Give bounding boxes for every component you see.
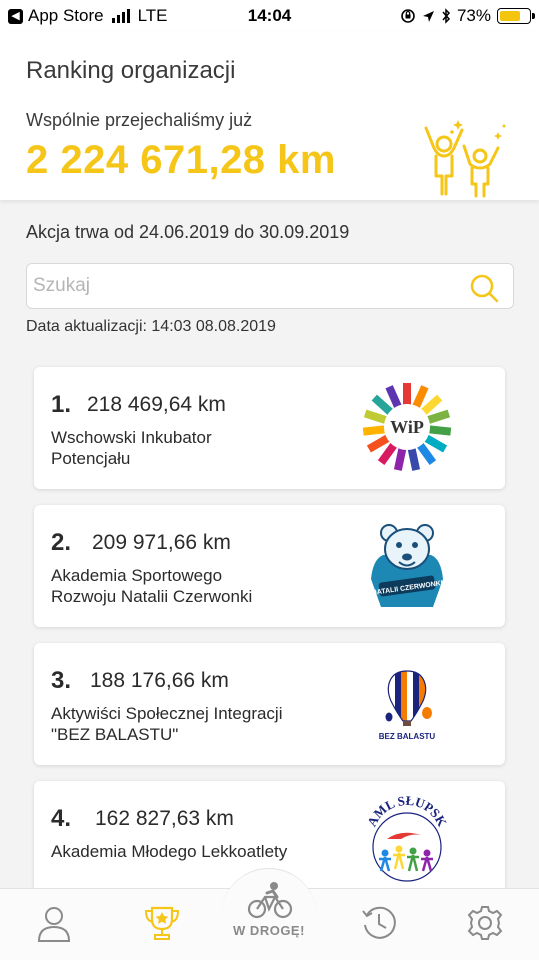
bluetooth-icon	[442, 8, 450, 24]
bicycle-icon	[247, 882, 293, 919]
aml-logo-text: AML SŁUPSK	[364, 795, 450, 830]
rank-distance: 209 971,66 km	[92, 531, 231, 554]
svg-text:AML SŁUPSK: AML SŁUPSK	[364, 795, 450, 830]
gear-icon[interactable]	[465, 903, 505, 943]
campaign-dates: Akcja trwa od 24.06.2019 do 30.09.2019	[26, 222, 350, 242]
rank-position: 4.	[51, 805, 72, 832]
history-icon[interactable]	[359, 903, 399, 943]
profile-icon[interactable]	[34, 903, 74, 943]
battery-percent: 73%	[456, 6, 491, 25]
organization-name: Akademia Sportowego Rozwoju Natalii Czer…	[51, 566, 253, 606]
update-info: Data aktualizacji: 14:03 08.08.2019	[26, 318, 276, 335]
ranking-card[interactable]: 1. 218 469,64 km Wschowski Inkubator Pot…	[34, 367, 505, 489]
polar-bear-logo: NATALII CZERWONKI	[371, 524, 443, 607]
ranking-card[interactable]: 2. 209 971,66 km Akademia Sportowego Roz…	[34, 505, 505, 627]
search-input[interactable]	[33, 264, 453, 308]
rank-position: 1.	[51, 391, 72, 418]
location-icon	[422, 10, 434, 22]
organization-name: Wschowski Inkubator Potencjału	[51, 428, 212, 468]
search-box[interactable]	[26, 263, 514, 309]
cheering-people-icon	[424, 120, 506, 198]
aml-slupsk-logo: AML SŁUPSK	[364, 795, 450, 882]
total-distance-value: 2 224 671,28 km	[26, 138, 336, 182]
bez-balastu-logo-text: BEZ BALASTU	[379, 732, 436, 741]
trophy-icon[interactable]	[142, 903, 182, 943]
organization-name: Akademia Młodego Lekkoatlety	[51, 842, 288, 861]
rank-distance: 162 827,63 km	[95, 807, 234, 830]
ride-button[interactable]: W DROGĘ!	[221, 868, 317, 960]
organization-name: Aktywiści Społecznej Integracji "BEZ BAL…	[51, 704, 283, 744]
page-title: Ranking organizacji	[26, 57, 236, 84]
status-bar: ◀ App Store LTE 14:04 73%	[0, 0, 539, 32]
rank-position: 3.	[51, 667, 72, 694]
battery-icon	[497, 8, 535, 24]
hot-air-balloon-logo: BEZ BALASTU	[379, 670, 436, 741]
orientation-lock-icon	[401, 9, 415, 23]
ride-button-label: W DROGĘ!	[233, 923, 305, 938]
ranking-card[interactable]: 3. 188 176,66 km Aktywiści Społecznej In…	[34, 643, 505, 765]
search-icon[interactable]	[469, 273, 499, 303]
wip-logo: WiP	[362, 383, 452, 471]
status-right: 73%	[400, 6, 535, 26]
total-distance-label: Wspólnie przejechaliśmy już	[26, 110, 253, 130]
wip-logo-text: WiP	[390, 417, 424, 437]
rank-position: 2.	[51, 529, 72, 556]
rank-distance: 188 176,66 km	[90, 669, 229, 692]
header-card: Ranking organizacji Wspólnie przejechali…	[0, 32, 539, 200]
rank-distance: 218 469,64 km	[87, 393, 226, 416]
